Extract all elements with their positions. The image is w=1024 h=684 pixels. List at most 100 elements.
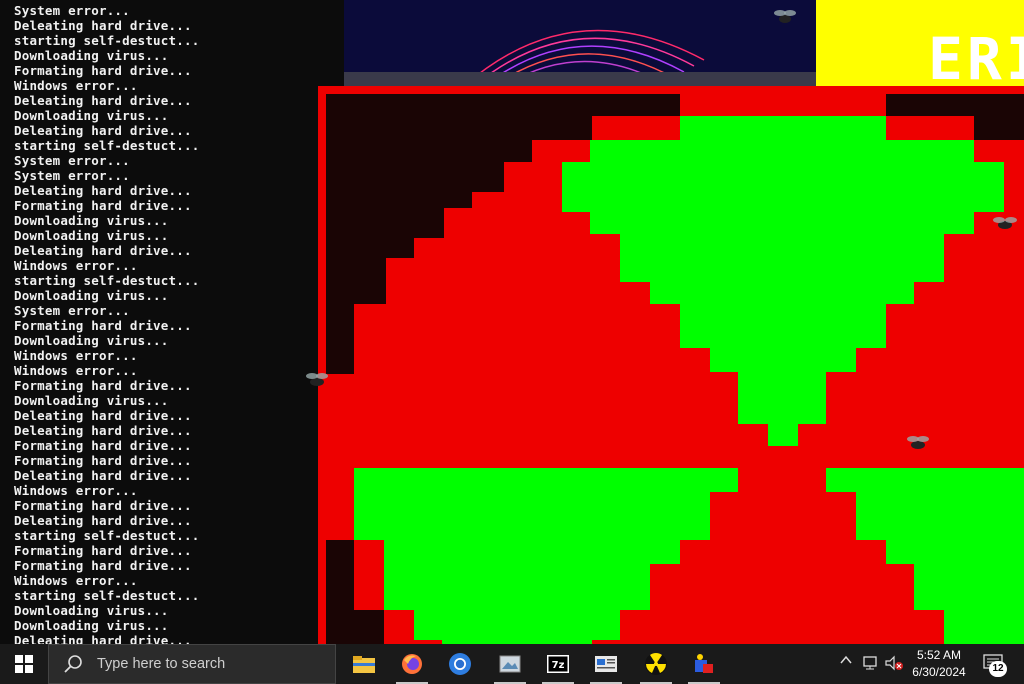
console-line: Downloading virus... [14,393,169,408]
console-line: Downloading virus... [14,333,169,348]
pixel-dark-step [326,162,504,192]
console-line: System error... [14,153,130,168]
console-line: Deleating hard drive... [14,513,192,528]
paint-app-icon [695,654,713,673]
console-line: Formating hard drive... [14,378,192,393]
taskbar: Type here to search 7z 5:52 AM 6/30/2024 [0,644,1024,684]
error-banner-text: ERI [928,25,1024,86]
svg-text:7z: 7z [552,660,565,671]
console-line: Downloading virus... [14,228,169,243]
taskbar-radiation-app[interactable] [632,644,680,684]
console-line: Windows error... [14,258,138,273]
console-line: starting self-destuct... [14,528,200,543]
console-line: Formating hard drive... [14,198,192,213]
pixel-green-triangle [590,140,974,162]
console-line: Downloading virus... [14,48,169,63]
file-explorer-icon [353,656,375,673]
pixel-dark-step [886,94,1024,116]
pixel-green-shape [826,468,1024,492]
console-line: Formating hard drive... [14,438,192,453]
fly-icon [993,217,1017,229]
pixel-dark-step [326,208,444,238]
console-line: Formating hard drive... [14,558,192,573]
console-line: Deleating hard drive... [14,183,192,198]
pixel-dark-step [326,304,354,374]
console-line: Downloading virus... [14,618,169,633]
network-icon[interactable] [862,655,880,674]
taskbar-paint-app[interactable] [680,644,728,684]
pixel-green-shape [354,468,738,492]
console-line: System error... [14,168,130,183]
console-line: Deleating hard drive... [14,468,192,483]
windows-logo-icon [15,655,33,673]
console-window[interactable]: System error... Deleating hard drive... st… [0,0,344,644]
pixel-green-shape [944,610,1024,644]
pixel-green-shape [914,564,1024,610]
clock-time: 5:52 AM [916,648,962,662]
pixel-dark-step [974,116,1024,140]
taskbar-news-app[interactable] [582,644,630,684]
pixel-green-triangle [680,116,886,140]
pixel-green-shape [886,540,1024,564]
pixel-art [326,94,1024,644]
pixel-dark-step [354,610,384,644]
console-line: Formating hard drive... [14,318,192,333]
console-line: Downloading virus... [14,603,169,618]
firefox-icon [402,654,422,674]
pixel-green-triangle [768,424,798,446]
search-icon [64,655,82,673]
console-line: Deleating hard drive... [14,408,192,423]
taskbar-7zip[interactable]: 7z [534,644,582,684]
taskbar-firefox[interactable] [388,644,436,684]
pixel-dark-step [326,540,354,644]
console-line: Deleating hard drive... [14,423,192,438]
console-line: System error... [14,303,130,318]
console-line: Windows error... [14,573,138,588]
pixel-green-shape [384,564,650,610]
pixel-dark-step [326,116,592,140]
console-line: Formating hard drive... [14,543,192,558]
notification-count-badge: 12 [989,661,1007,677]
console-line: Windows error... [14,78,138,93]
console-line: starting self-destuct... [14,138,200,153]
fly-icon [774,10,796,23]
pixel-dark-step [326,192,472,208]
console-line: Deleating hard drive... [14,123,192,138]
console-line: Formating hard drive... [14,63,192,78]
pixel-green-triangle [620,234,944,282]
console-line: starting self-destuct... [14,273,200,288]
clock-date: 6/30/2024 [912,665,966,679]
pixel-dark-step [326,238,414,258]
volume-muted-icon[interactable] [884,655,904,674]
console-line: Windows error... [14,483,138,498]
error-popup-window[interactable] [318,86,1024,644]
console-line: Formating hard drive... [14,498,192,513]
console-line: Formating hard drive... [14,453,192,468]
taskbar-photo-app[interactable] [486,644,534,684]
console-line: Downloading virus... [14,213,169,228]
console-line: Downloading virus... [14,288,169,303]
pixel-green-triangle [650,282,914,304]
chrome-icon [449,653,471,675]
pixel-green-shape [856,492,1024,540]
start-button[interactable] [0,644,48,684]
console-line: starting self-destuct... [14,588,200,603]
console-line: Windows error... [14,363,138,378]
pixel-dark-step [326,140,532,162]
window-edge [344,72,816,86]
show-hidden-icons-chevron-icon[interactable] [840,654,852,669]
pixel-green-triangle [562,162,1004,212]
taskbar-search-box[interactable]: Type here to search [48,644,336,684]
fly-icon [907,436,929,449]
pixel-green-triangle [738,372,826,424]
console-output: System error... Deleating hard drive... st… [14,3,199,644]
pixel-green-triangle [590,212,974,234]
taskbar-file-explorer[interactable] [340,644,388,684]
search-placeholder: Type here to search [97,656,226,672]
pixel-green-shape [384,540,680,564]
system-clock[interactable]: 5:52 AM 6/30/2024 [906,647,972,681]
taskbar-chrome[interactable] [436,644,484,684]
news-app-icon [595,656,617,672]
console-line: System error... [14,3,130,18]
console-line: Downloading virus... [14,108,169,123]
